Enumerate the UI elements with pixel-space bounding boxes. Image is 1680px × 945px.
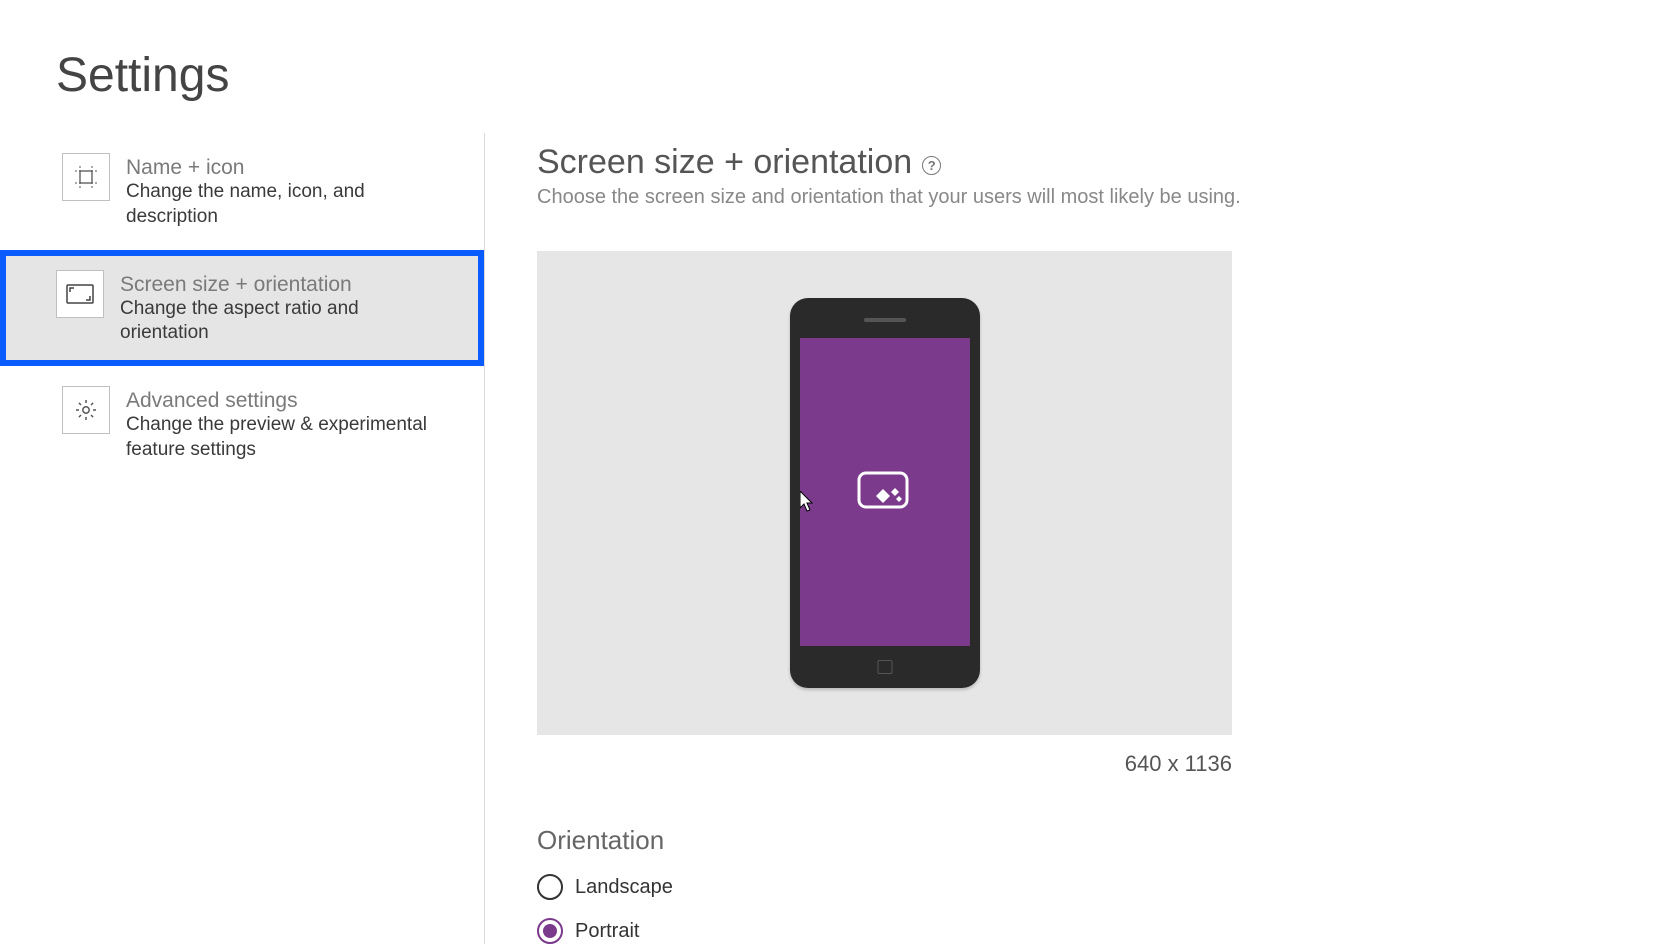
grid-icon [62,153,110,201]
panel-heading: Screen size + orientation [537,143,912,182]
preview-area [537,251,1232,735]
phone-speaker [864,318,906,322]
help-icon[interactable]: ? [922,156,941,175]
sidebar-item-title: Advanced settings [126,388,458,413]
resolution-label: 640 x 1136 [537,751,1232,777]
sidebar-item-screen-size[interactable]: Screen size + orientation Change the asp… [0,250,484,367]
phone-mockup [790,298,980,688]
radio-icon [537,918,563,944]
aspect-ratio-icon [56,270,104,318]
radio-label: Landscape [575,876,673,899]
phone-screen [800,338,970,646]
orientation-radio-landscape[interactable]: Landscape [537,874,1680,900]
sidebar-item-advanced[interactable]: Advanced settings Change the preview & e… [0,366,484,483]
phone-home-button [877,660,892,674]
sidebar-item-title: Screen size + orientation [120,272,458,297]
radio-label: Portrait [575,920,639,943]
settings-sidebar: Name + icon Change the name, icon, and d… [0,133,485,944]
orientation-heading: Orientation [537,825,1680,856]
sidebar-item-desc: Change the aspect ratio and orientation [120,297,458,346]
orientation-radio-portrait[interactable]: Portrait [537,918,1680,944]
sidebar-item-title: Name + icon [126,155,458,180]
panel-subheading: Choose the screen size and orientation t… [537,186,1680,209]
powerapps-logo-icon [856,468,914,516]
main-panel: Screen size + orientation ? Choose the s… [485,133,1680,944]
sidebar-item-name-icon[interactable]: Name + icon Change the name, icon, and d… [0,133,484,250]
sidebar-item-desc: Change the preview & experimental featur… [126,413,458,462]
page-title: Settings [0,0,1680,133]
sidebar-item-desc: Change the name, icon, and description [126,180,458,229]
content-area: Name + icon Change the name, icon, and d… [0,133,1680,944]
gear-icon [62,386,110,434]
radio-icon [537,874,563,900]
